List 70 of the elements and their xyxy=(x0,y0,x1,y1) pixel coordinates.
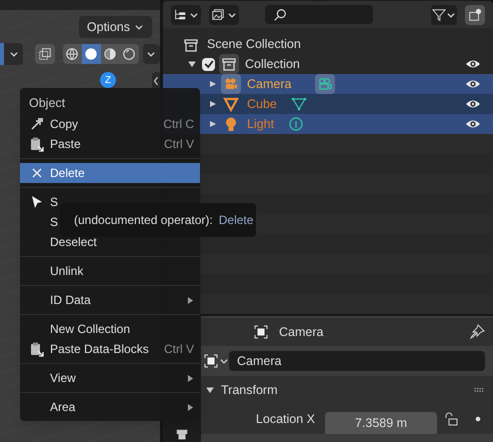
submenu-arrow-icon xyxy=(187,374,194,382)
filter-icon xyxy=(432,8,446,22)
object-icon xyxy=(253,324,269,340)
field-label: Location X xyxy=(254,410,316,428)
properties-title: Camera xyxy=(279,324,324,341)
object-name: Camera xyxy=(247,76,292,93)
camera-icon xyxy=(223,76,239,92)
menu-item[interactable]: New Collection xyxy=(20,319,200,339)
chevron-left-icon xyxy=(152,75,160,87)
object-name: Light xyxy=(247,116,274,133)
expand-icon xyxy=(205,385,215,395)
bulb-icon xyxy=(223,116,239,132)
shading-button[interactable] xyxy=(120,44,139,64)
outliner-tree-icon xyxy=(173,8,187,22)
menu-item[interactable]: Paste Data-Blocks Ctrl V xyxy=(20,339,200,359)
xray-button[interactable] xyxy=(35,44,55,64)
submenu-arrow-icon xyxy=(187,404,194,410)
search-icon xyxy=(273,8,287,22)
name-field[interactable]: Camera xyxy=(229,351,485,371)
submenu-arrow-icon xyxy=(187,296,194,304)
expand-icon xyxy=(209,80,217,88)
pin-icon[interactable] xyxy=(469,324,485,340)
shading-button[interactable] xyxy=(100,44,120,64)
menu-title: Object xyxy=(28,95,66,112)
menu-item[interactable]: Area xyxy=(20,397,200,417)
box-icon xyxy=(221,56,237,72)
menu-item[interactable]: ID Data xyxy=(20,290,200,310)
menu-item[interactable]: View xyxy=(20,368,200,388)
panel-title: Transform xyxy=(221,382,278,399)
operator-name: Delete xyxy=(218,212,254,229)
search-field[interactable] xyxy=(265,5,373,24)
collection-label: Collection xyxy=(245,56,300,73)
outliner-row[interactable]: Camera xyxy=(163,74,493,94)
options-button[interactable]: Options xyxy=(78,16,152,38)
shading-dropdown[interactable] xyxy=(142,44,160,64)
expand-icon xyxy=(209,120,217,128)
lock-icon[interactable] xyxy=(443,411,459,427)
object-icon xyxy=(203,353,219,369)
shading-button[interactable] xyxy=(82,44,101,64)
drag-handle-icon[interactable] xyxy=(474,388,485,392)
number-field[interactable]: 7.3589 m xyxy=(325,412,437,434)
paste-icon xyxy=(29,136,45,152)
image-stack-icon xyxy=(211,8,225,22)
object-name: Cube xyxy=(247,96,277,113)
transform-panel-header[interactable]: Transform xyxy=(201,376,493,404)
menu-item[interactable]: Delete xyxy=(20,163,200,183)
mesh-data-icon xyxy=(290,96,307,112)
expand-icon xyxy=(209,100,217,108)
copy-icon xyxy=(29,116,45,132)
paste-icon xyxy=(29,341,45,357)
filter-view-dropdown[interactable] xyxy=(209,4,239,25)
checkbox[interactable] xyxy=(202,58,215,70)
shortcut: Ctrl V xyxy=(164,136,194,153)
shading-button[interactable] xyxy=(62,44,82,64)
triangle-icon xyxy=(223,96,239,112)
display-mode-dropdown[interactable] xyxy=(171,4,201,25)
light-data-icon xyxy=(288,116,304,132)
keyframe-dot-icon[interactable] xyxy=(475,416,481,422)
new-collection-button[interactable] xyxy=(465,4,485,25)
mode-dropdown[interactable] xyxy=(0,43,24,65)
scene-collection-label: Scene Collection xyxy=(207,36,301,54)
menu-item[interactable]: Paste Ctrl V xyxy=(20,134,200,154)
expand-icon xyxy=(187,59,197,69)
shortcut: Ctrl V xyxy=(164,341,194,358)
menu-item[interactable]: Unlink xyxy=(20,261,200,281)
box-icon xyxy=(183,36,199,53)
shortcut: Ctrl C xyxy=(163,116,194,133)
filter-dropdown[interactable] xyxy=(431,4,457,25)
tooltip-text: (undocumented operator): xyxy=(74,212,213,229)
camera-data-icon[interactable] xyxy=(315,74,336,94)
